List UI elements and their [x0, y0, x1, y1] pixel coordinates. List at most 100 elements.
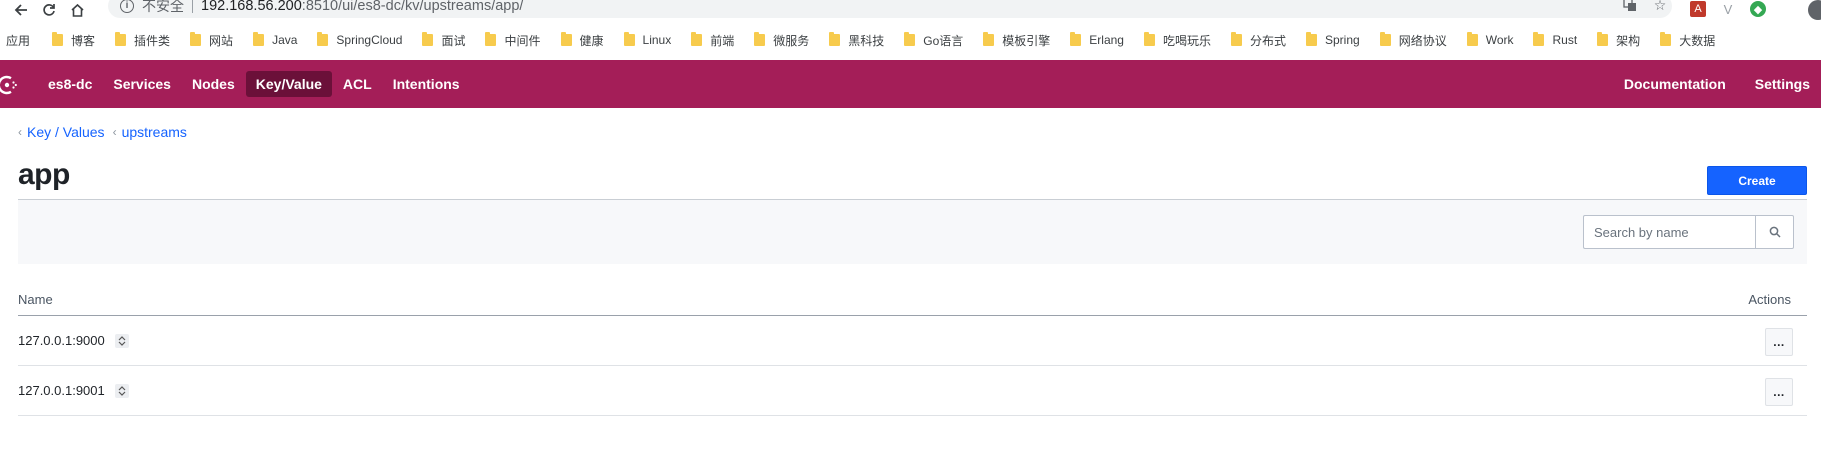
bookmark-label: 微服务	[773, 33, 810, 48]
nav-settings[interactable]: Settings	[1745, 71, 1820, 97]
folder-icon	[983, 32, 995, 46]
consul-logo-icon[interactable]	[0, 74, 18, 96]
address-bar[interactable]: i 不安全 192.168.56.200:8510/ui/es8-dc/kv/u…	[108, 0, 1672, 18]
bookmark-folder[interactable]: Spring	[1306, 32, 1360, 47]
tag-extension-icon[interactable]: ◆	[1750, 1, 1766, 17]
bookmark-folder[interactable]: 大数据	[1660, 32, 1715, 49]
bookmark-folder[interactable]: 插件类	[115, 32, 170, 49]
bookmark-folder[interactable]: 面试	[422, 32, 465, 49]
bookmark-folder[interactable]: 黑科技	[829, 32, 884, 49]
folder-icon	[623, 32, 635, 46]
bookmark-folder[interactable]: 吃喝玩乐	[1143, 32, 1211, 49]
folder-icon	[422, 32, 434, 46]
back-icon[interactable]	[8, 0, 34, 19]
page-title: app	[18, 158, 70, 191]
bookmark-folder[interactable]: 微服务	[754, 32, 809, 49]
folder-icon	[560, 32, 572, 46]
bookmark-label: Go语言	[923, 33, 964, 48]
bookmark-folder[interactable]: 前端	[691, 32, 734, 49]
bookmark-label: SpringCloud	[336, 33, 403, 47]
bookmark-label: Java	[272, 33, 298, 47]
datacenter-selector[interactable]: es8-dc	[38, 71, 102, 97]
bookmark-label: Rust	[1552, 33, 1578, 47]
nav-documentation[interactable]: Documentation	[1614, 71, 1736, 97]
browser-toolbar: i 不安全 192.168.56.200:8510/ui/es8-dc/kv/u…	[0, 0, 1821, 20]
sort-icon[interactable]	[114, 383, 129, 398]
nav-key-value[interactable]: Key/Value	[245, 71, 332, 97]
bookmark-folder[interactable]: Go语言	[904, 32, 963, 49]
folder-icon	[485, 32, 497, 46]
folder-icon	[1306, 32, 1317, 46]
folder-icon	[190, 32, 202, 46]
bookmark-folder[interactable]: 健康	[560, 32, 604, 49]
breadcrumb: ‹ Key / Values ‹ upstreams	[18, 124, 195, 140]
url-path: :8510/ui/es8-dc/kv/upstreams/app/	[301, 0, 524, 14]
bookmark-label: 博客	[71, 33, 96, 48]
bookmark-label: 面试	[441, 33, 466, 48]
row-actions-button[interactable]: ...	[1765, 328, 1793, 356]
bookmark-folder[interactable]: 网络协议	[1379, 32, 1447, 49]
bookmark-label: Linux	[642, 33, 672, 47]
search-input[interactable]	[1583, 215, 1755, 249]
bookmark-folder[interactable]: Java	[253, 32, 298, 47]
bookmark-label: 插件类	[134, 33, 171, 48]
bookmark-label: Erlang	[1089, 33, 1124, 47]
translate-icon[interactable]	[1622, 0, 1638, 13]
profile-avatar[interactable]	[1808, 0, 1821, 20]
bookmark-folder[interactable]: Erlang	[1070, 32, 1124, 47]
bookmark-folder[interactable]: 分布式	[1230, 32, 1286, 49]
vue-extension-icon[interactable]: V	[1720, 1, 1736, 17]
column-header-name: Name	[18, 292, 53, 307]
url-host: 192.168.56.200	[201, 0, 302, 14]
info-icon[interactable]: i	[120, 0, 134, 13]
row-actions-button[interactable]: ...	[1765, 378, 1793, 406]
bookmark-folder[interactable]: Work	[1466, 32, 1513, 47]
nav-nodes[interactable]: Nodes	[182, 71, 245, 97]
bookmark-folder[interactable]: 中间件	[485, 32, 541, 49]
folder-icon	[1070, 32, 1082, 46]
bookmark-label: 网络协议	[1398, 33, 1447, 48]
bookmark-apps[interactable]: 应用	[6, 32, 30, 49]
create-button[interactable]: Create	[1707, 166, 1807, 195]
folder-icon	[253, 32, 265, 46]
bookmark-label: 分布式	[1249, 33, 1286, 48]
breadcrumb-upstreams[interactable]: ‹ upstreams	[113, 124, 187, 140]
bookmark-label: 中间件	[504, 33, 541, 48]
table-row[interactable]: 127.0.0.1:9001 ...	[18, 366, 1807, 416]
kv-key-label: 127.0.0.1:9001	[18, 383, 105, 398]
folder-icon	[52, 32, 64, 46]
bookmark-label: 前端	[710, 33, 735, 48]
folder-icon	[829, 32, 841, 46]
breadcrumb-key-values[interactable]: ‹ Key / Values	[18, 124, 105, 140]
bookmark-folder[interactable]: SpringCloud	[317, 32, 403, 47]
sort-icon[interactable]	[114, 333, 129, 348]
bookmark-folder[interactable]: 模板引擎	[983, 32, 1050, 49]
table-header: Name Actions	[18, 288, 1807, 316]
bookmark-folder[interactable]: 网站	[190, 32, 233, 49]
folder-icon	[691, 32, 703, 46]
bookmark-label: Spring	[1325, 33, 1360, 47]
bookmark-folder[interactable]: Rust	[1533, 32, 1578, 47]
bookmark-label: 架构	[1616, 33, 1641, 48]
search-button[interactable]	[1755, 215, 1794, 249]
kv-name-cell[interactable]: 127.0.0.1:9001	[18, 383, 129, 398]
insecure-label: 不安全	[142, 0, 184, 14]
home-icon[interactable]	[64, 0, 90, 19]
reload-icon[interactable]	[36, 0, 62, 19]
folder-icon	[1143, 32, 1155, 46]
kv-name-cell[interactable]: 127.0.0.1:9000	[18, 333, 129, 348]
table-row[interactable]: 127.0.0.1:9000 ...	[18, 316, 1807, 366]
bookmark-folder[interactable]: Linux	[623, 32, 672, 47]
bookmark-star-icon[interactable]: ☆	[1652, 0, 1668, 13]
bookmark-folder[interactable]: 架构	[1597, 32, 1640, 49]
bookmark-label: 大数据	[1679, 33, 1716, 48]
nav-acl[interactable]: ACL	[333, 71, 382, 97]
nav-services[interactable]: Services	[103, 71, 181, 97]
bookmark-label: 模板引擎	[1002, 33, 1051, 48]
bookmark-folder[interactable]: 博客	[52, 32, 95, 49]
pdf-extension-icon[interactable]: A	[1690, 1, 1706, 17]
folder-icon	[1379, 32, 1391, 46]
breadcrumb-label: Key / Values	[27, 124, 105, 140]
nav-intentions[interactable]: Intentions	[383, 71, 470, 97]
chevron-left-icon: ‹	[18, 125, 22, 139]
